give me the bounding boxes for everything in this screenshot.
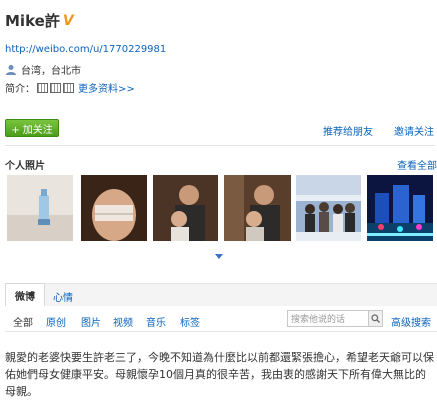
search-icon: [371, 314, 380, 323]
post-text: 親愛的老婆快要生許老三了，今晚不知道為什麼比以前都還緊張擔心，希望老天爺可以保佑…: [5, 351, 434, 398]
more-info-link[interactable]: 更多资料>>: [78, 80, 135, 95]
location-row: 台湾，台北市: [5, 62, 81, 77]
search-button[interactable]: [369, 310, 383, 327]
divider: [5, 145, 435, 146]
advanced-search-link[interactable]: 高级搜索: [391, 314, 431, 329]
filter-all[interactable]: 全部: [13, 314, 33, 329]
verified-v-icon: V: [62, 12, 74, 29]
profile-name: Mike許 V: [5, 10, 74, 31]
tab-mood[interactable]: 心情: [53, 289, 73, 304]
intro-label: 简介：: [5, 84, 35, 95]
photo-thumbnail-father-child[interactable]: [153, 175, 218, 241]
photos-title: 个人照片: [5, 161, 45, 172]
intro-glyph-icon: [50, 82, 61, 93]
photo-thumbnail-bottle[interactable]: [7, 175, 73, 241]
intro-glyph-icon: [37, 82, 48, 93]
photo-thumbnail-night-lights[interactable]: [367, 175, 433, 241]
invite-follow-link[interactable]: 邀请关注: [394, 123, 434, 138]
filter-music[interactable]: 音乐: [146, 314, 166, 329]
profile-url-link[interactable]: http://weibo.com/u/1770229981: [5, 44, 166, 55]
search-input[interactable]: 搜索他说的话: [287, 310, 369, 327]
filter-tags[interactable]: 标签: [180, 314, 200, 329]
tab-weibo[interactable]: 微博: [5, 283, 45, 306]
follow-button[interactable]: + 加关注: [5, 119, 59, 137]
photo-thumbnail-father-child-2[interactable]: [224, 175, 291, 241]
filter-pictures[interactable]: 图片: [81, 314, 101, 329]
filter-videos[interactable]: 视频: [113, 314, 133, 329]
filter-original[interactable]: 原创: [46, 314, 66, 329]
intro-row: 简介： 更多资料>>: [5, 80, 135, 95]
photo-thumbnail-belly[interactable]: [81, 175, 147, 241]
profile-name-text: Mike許: [5, 12, 60, 30]
intro-glyph-icon: [63, 82, 74, 93]
view-all-photos-link[interactable]: 查看全部: [397, 157, 437, 172]
recommend-to-friends-link[interactable]: 推荐给朋友: [323, 123, 373, 138]
photo-thumbnail-group[interactable]: [296, 175, 361, 241]
person-icon: [6, 64, 16, 75]
location-text: 台湾，台北市: [21, 66, 81, 77]
chevron-down-icon[interactable]: [215, 254, 223, 259]
